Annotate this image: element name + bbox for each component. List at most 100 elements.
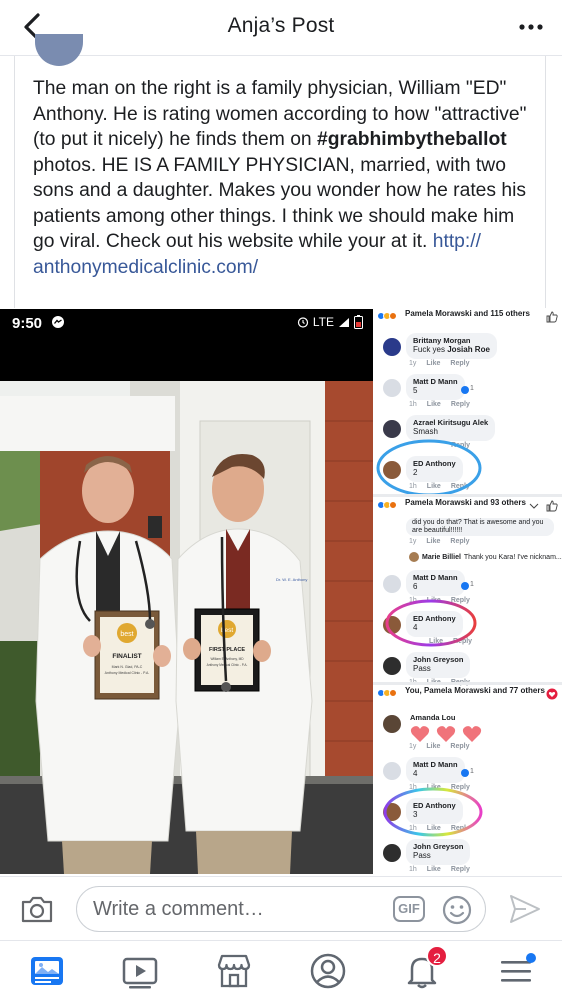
- mention-link[interactable]: Josiah Roe: [447, 345, 490, 354]
- share-icon[interactable]: [528, 500, 540, 512]
- like-link[interactable]: Like: [426, 360, 440, 367]
- reply-link[interactable]: Reply: [450, 538, 469, 545]
- network-label: LTE: [312, 315, 334, 329]
- comment-input-placeholder: Write a comment…: [93, 898, 264, 920]
- plaque-left-line1: Mark N. Glad, PA-C: [112, 665, 143, 669]
- avatar[interactable]: [409, 552, 419, 562]
- comment-time: 1y: [409, 538, 417, 545]
- comment-meta: 1h Like Reply: [409, 401, 470, 408]
- heart-icon: [436, 726, 456, 742]
- phone-status-bar: 9:50 LTE: [0, 309, 373, 381]
- comment-input[interactable]: Write a comment… GIF: [76, 886, 486, 932]
- tab-watch[interactable]: [120, 951, 160, 991]
- comment-text: Fuck yes Josiah Roe: [413, 345, 490, 355]
- comment-bubble: John Greyson Pass: [406, 839, 471, 865]
- avatar[interactable]: [35, 34, 83, 66]
- divider: [373, 494, 562, 497]
- plaque-right-line1: William E. Anthony, MD: [210, 657, 244, 661]
- comment-text: 5: [413, 386, 418, 395]
- like-link[interactable]: Like: [427, 401, 441, 408]
- comment-bubble: John Greyson Pass: [406, 652, 471, 678]
- avatar[interactable]: [383, 657, 401, 675]
- reply-link[interactable]: Reply: [450, 743, 469, 750]
- tab-profile[interactable]: [308, 951, 348, 991]
- like-link[interactable]: Like: [426, 743, 440, 750]
- reply-link[interactable]: Reply: [451, 866, 470, 873]
- notification-badge: 2: [426, 945, 448, 967]
- comment-author[interactable]: Brittany Morgan: [413, 336, 490, 345]
- comment-thread-3: You, Pamela Morawski and 77 others Amand…: [373, 686, 562, 874]
- comment: Amanda Lou 1y Like Reply: [373, 708, 562, 755]
- reaction-icons: [377, 501, 397, 509]
- comment-time: 1h: [409, 401, 417, 408]
- status-icons: LTE: [297, 315, 363, 329]
- camera-icon[interactable]: [20, 894, 54, 924]
- more-horizontal-icon[interactable]: [518, 16, 544, 38]
- like-icon[interactable]: [546, 311, 558, 323]
- avatar[interactable]: [383, 575, 401, 593]
- reaction-count: 1: [470, 581, 474, 588]
- avatar[interactable]: [383, 844, 401, 862]
- avatar[interactable]: [383, 762, 401, 780]
- tab-marketplace[interactable]: [214, 951, 254, 991]
- comment-overflow: did you do that? That is awesome and you…: [373, 518, 562, 545]
- reply-link[interactable]: Reply: [450, 360, 469, 367]
- comment-author[interactable]: Azrael Kiritsugu Alek: [413, 418, 488, 427]
- photo-panel: 9:50 LTE best FINALIST Mark N. Glad, PA-…: [0, 309, 373, 874]
- plaque-left-title: FINALIST: [112, 653, 141, 660]
- avatar[interactable]: [383, 379, 401, 397]
- like-link[interactable]: Like: [426, 538, 440, 545]
- avatar[interactable]: [383, 715, 401, 733]
- post-body: The man on the right is a family physici…: [33, 76, 533, 280]
- tab-menu[interactable]: [496, 951, 536, 991]
- news-feed-icon: [31, 957, 63, 985]
- avatar[interactable]: [383, 338, 401, 356]
- doctors-photo: best FINALIST Mark N. Glad, PA-C Anthony…: [0, 381, 373, 874]
- reply-preview[interactable]: Marie Billiel Thank you Kara! I've nickna…: [409, 552, 562, 562]
- comment-author[interactable]: Matt D Mann: [413, 760, 458, 769]
- comment-bubble: Amanda Lou: [406, 710, 489, 747]
- comment-bubble: Brittany Morgan Fuck yes Josiah Roe: [406, 333, 497, 359]
- like-icon[interactable]: [546, 500, 558, 512]
- reaction-count: 1: [470, 768, 474, 775]
- comment-thread-2: Pamela Morawski and 93 others did you do…: [373, 498, 562, 691]
- avatar[interactable]: [383, 420, 401, 438]
- comment-author[interactable]: Matt D Mann: [413, 573, 458, 582]
- reply-link[interactable]: Reply: [451, 401, 470, 408]
- reactions-summary-text: You, Pamela Morawski and 77 others: [405, 686, 545, 695]
- tab-notifications[interactable]: 2: [402, 945, 448, 991]
- like-reaction-icon: [461, 386, 469, 394]
- comment-bubble: Matt D Mann 4: [406, 757, 465, 783]
- emoji-icon[interactable]: [441, 894, 473, 926]
- comment-text-part: Fuck yes: [413, 345, 448, 354]
- reply-text: Thank you Kara! I've nicknam...: [463, 553, 562, 561]
- like-reaction-icon: [461, 769, 469, 777]
- love-reaction-icon[interactable]: [546, 688, 558, 700]
- reactions-summary: Pamela Morawski and 93 others: [373, 498, 562, 520]
- comment-author[interactable]: Matt D Mann: [413, 377, 458, 386]
- reactions-summary-text: Pamela Morawski and 93 others: [405, 498, 526, 507]
- reaction-icons: [377, 689, 397, 697]
- reply-author[interactable]: Marie Billiel: [422, 554, 461, 561]
- comment-author[interactable]: John Greyson: [413, 842, 463, 851]
- plaque-right-line2: Anthony Medical Clinic - P.A.: [207, 663, 248, 667]
- like-link[interactable]: Like: [427, 866, 441, 873]
- comment-author[interactable]: John Greyson: [413, 655, 463, 664]
- tab-news-feed[interactable]: [27, 951, 67, 991]
- divider: [373, 682, 562, 685]
- post-image[interactable]: 9:50 LTE best FINALIST Mark N. Glad, PA-…: [0, 309, 562, 875]
- hashtag-link[interactable]: #grabhimbytheballot: [317, 129, 507, 150]
- highlight-circle: [385, 599, 477, 647]
- menu-indicator-dot: [526, 953, 536, 963]
- gif-button[interactable]: GIF: [393, 896, 425, 922]
- post-card: The man on the right is a family physici…: [14, 34, 546, 308]
- top-bar: Anja’s Post: [0, 0, 562, 56]
- plaque-left-line2: Anthony Medical Clinic - P.A.: [105, 671, 150, 675]
- plaque-right-title: FIRST PLACE: [209, 647, 245, 653]
- comment-text: 4: [413, 769, 418, 778]
- like-reaction-icon: [461, 582, 469, 590]
- comment-author[interactable]: Amanda Lou: [410, 713, 482, 722]
- coat-embroidery: Dr. W. E. Anthony: [276, 577, 307, 582]
- send-icon[interactable]: [508, 892, 542, 926]
- reaction-icons: [377, 312, 397, 320]
